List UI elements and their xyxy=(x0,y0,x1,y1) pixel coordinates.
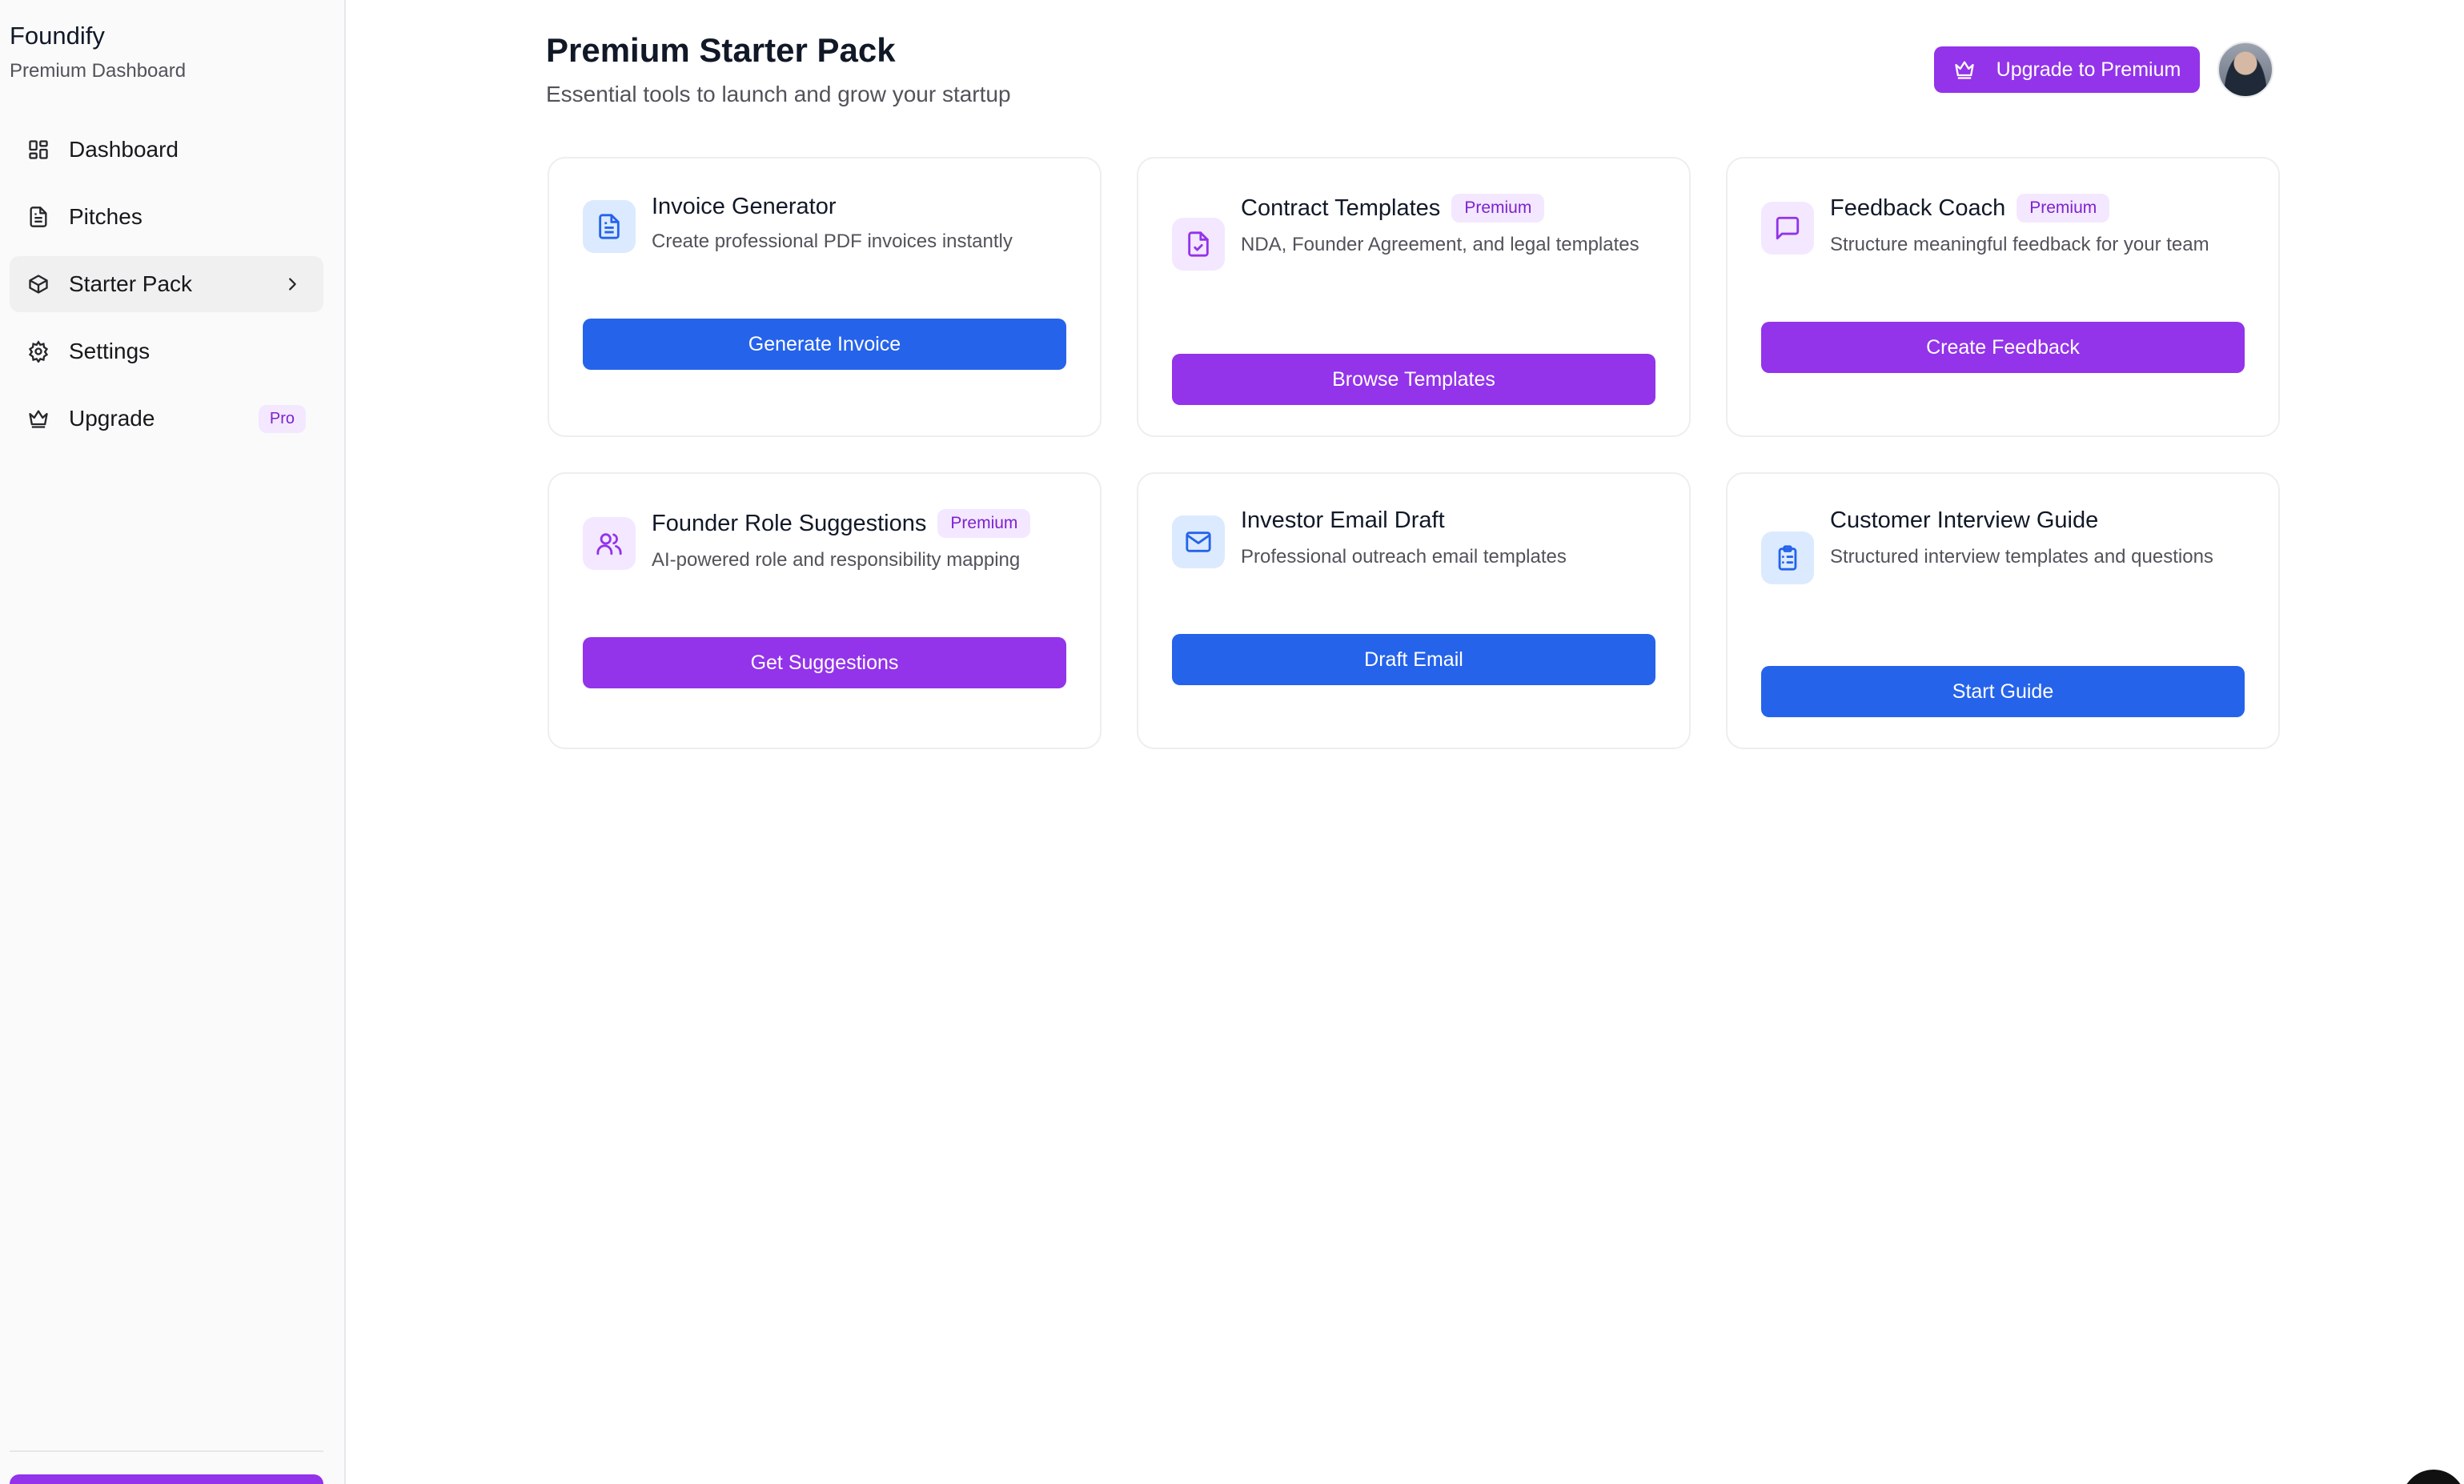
sidebar-item-label: Starter Pack xyxy=(69,271,193,296)
sidebar-item-upgrade[interactable]: Upgrade Pro xyxy=(10,391,323,447)
tool-card-investor-email-draft: Investor Email Draft Professional outrea… xyxy=(1137,472,1691,749)
start-guide-button[interactable]: Start Guide xyxy=(1761,666,2245,717)
chevron-right-icon xyxy=(289,278,296,291)
crown-icon xyxy=(27,407,50,430)
grid-icon xyxy=(27,138,50,161)
sidebar-item-settings[interactable]: Settings xyxy=(10,323,323,379)
card-title-text: Founder Role Suggestions xyxy=(652,510,927,536)
browse-templates-button[interactable]: Browse Templates xyxy=(1172,354,1655,405)
card-description: Create professional PDF invoices instant… xyxy=(652,231,1013,252)
gear-icon xyxy=(27,340,50,363)
tool-card-founder-role-suggestions: Founder Role Suggestions Premium AI-powe… xyxy=(548,472,1102,749)
card-title: Feedback Coach Premium xyxy=(1830,194,2110,223)
get-suggestions-button[interactable]: Get Suggestions xyxy=(583,637,1066,688)
document-icon xyxy=(27,206,50,228)
sidebar: Foundify Premium Dashboard Dashboard Pit… xyxy=(0,0,346,1484)
page-title: Premium Starter Pack xyxy=(546,31,896,69)
sidebar-nav: Dashboard Pitches Starter Pack Settings xyxy=(10,122,323,458)
card-title: Founder Role Suggestions Premium xyxy=(652,509,1031,538)
sidebar-divider xyxy=(10,1450,323,1452)
card-title-text: Contract Templates xyxy=(1241,195,1441,221)
card-description: Professional outreach email templates xyxy=(1241,546,1567,568)
sidebar-item-label: Upgrade xyxy=(69,406,155,431)
floating-help-button[interactable] xyxy=(2402,1470,2464,1484)
card-title: Investor Email Draft xyxy=(1241,507,1445,534)
upgrade-to-premium-button[interactable]: Upgrade to Premium xyxy=(1934,46,2200,93)
premium-badge: Premium xyxy=(1451,194,1545,223)
card-title: Invoice Generator xyxy=(652,194,837,220)
generate-invoice-button[interactable]: Generate Invoice xyxy=(583,319,1066,370)
brand: Foundify Premium Dashboard xyxy=(10,21,186,83)
tool-card-customer-interview-guide: Customer Interview Guide Structured inte… xyxy=(1726,472,2280,749)
upgrade-button-label: Upgrade to Premium xyxy=(1996,58,2181,81)
tool-card-invoice-generator: Invoice Generator Create professional PD… xyxy=(548,157,1102,437)
draft-email-button[interactable]: Draft Email xyxy=(1172,634,1655,685)
premium-badge: Premium xyxy=(937,509,1031,538)
clipboard-list-icon xyxy=(1761,531,1814,584)
users-icon xyxy=(583,517,636,570)
tool-card-contract-templates: Contract Templates Premium NDA, Founder … xyxy=(1137,157,1691,437)
card-description: AI-powered role and responsibility mappi… xyxy=(652,549,1021,571)
sidebar-item-pitches[interactable]: Pitches xyxy=(10,189,323,245)
create-feedback-button[interactable]: Create Feedback xyxy=(1761,322,2245,373)
sidebar-item-starter-pack[interactable]: Starter Pack xyxy=(10,256,323,312)
premium-badge: Premium xyxy=(2017,194,2110,223)
card-title-text: Customer Interview Guide xyxy=(1830,507,2099,533)
card-title-text: Invoice Generator xyxy=(652,194,837,219)
card-title-text: Feedback Coach xyxy=(1830,195,2006,221)
card-title: Customer Interview Guide xyxy=(1830,507,2098,534)
brand-subtitle: Premium Dashboard xyxy=(10,60,187,82)
sidebar-cta-button[interactable] xyxy=(10,1474,323,1484)
sidebar-item-dashboard[interactable]: Dashboard xyxy=(10,122,323,178)
card-title: Contract Templates Premium xyxy=(1241,194,1545,223)
card-description: Structured interview templates and quest… xyxy=(1830,546,2213,568)
file-check-icon xyxy=(1172,218,1225,271)
sidebar-item-label: Pitches xyxy=(69,204,142,229)
tool-card-feedback-coach: Feedback Coach Premium Structure meaning… xyxy=(1726,157,2280,437)
file-text-icon xyxy=(583,200,636,253)
package-icon xyxy=(27,273,50,295)
mail-icon xyxy=(1172,515,1225,568)
pro-badge: Pro xyxy=(258,404,306,433)
card-title-text: Investor Email Draft xyxy=(1241,507,1445,533)
sidebar-item-label: Settings xyxy=(69,339,150,363)
brand-name: Foundify xyxy=(10,22,105,50)
card-description: Structure meaningful feedback for your t… xyxy=(1830,234,2209,255)
crown-icon xyxy=(1955,61,1974,79)
card-description: NDA, Founder Agreement, and legal templa… xyxy=(1241,234,1639,255)
sidebar-item-label: Dashboard xyxy=(69,137,179,162)
message-square-icon xyxy=(1761,202,1814,255)
avatar[interactable] xyxy=(2217,42,2273,98)
page-subtitle: Essential tools to launch and grow your … xyxy=(546,82,1011,106)
